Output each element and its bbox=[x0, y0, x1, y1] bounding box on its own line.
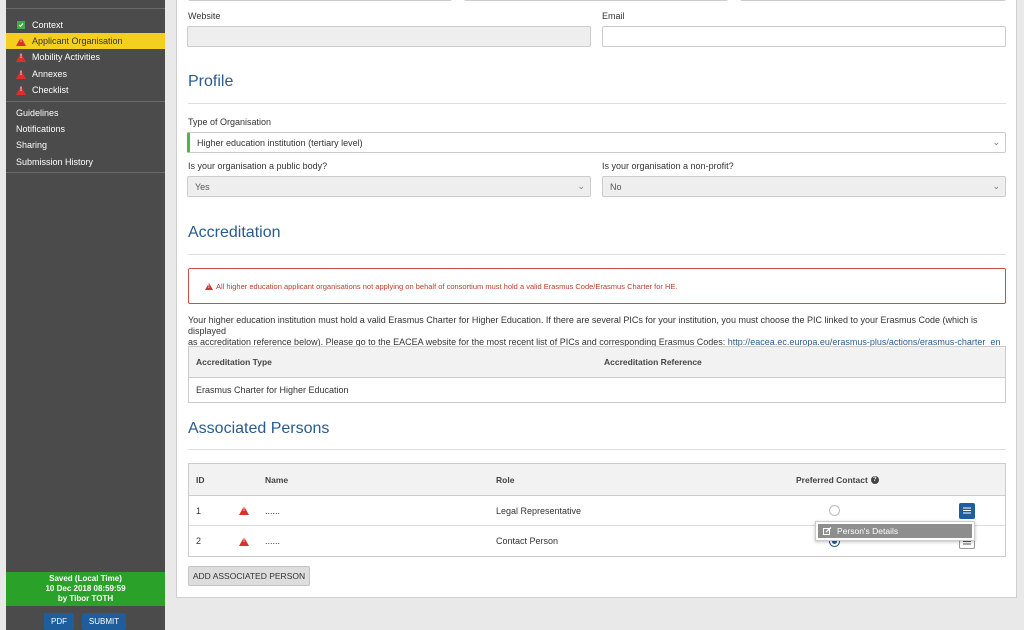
person-role: Legal Representative bbox=[496, 505, 582, 516]
sidebar-divider bbox=[6, 172, 165, 173]
sidebar-link-guidelines[interactable]: Guidelines bbox=[16, 108, 59, 118]
sidebar-link-sharing[interactable]: Sharing bbox=[16, 140, 47, 150]
chevron-down-icon: ⌄ bbox=[992, 137, 1000, 147]
help-icon[interactable]: ? bbox=[870, 475, 879, 484]
sidebar-item-label: Mobility Activities bbox=[32, 52, 101, 62]
previous-field[interactable] bbox=[464, 0, 728, 1]
email-label: Email bbox=[602, 11, 625, 21]
sidebar-item-context[interactable]: Context bbox=[6, 17, 165, 33]
sidebar-item-label: Context bbox=[32, 20, 64, 30]
associated-persons-title: Associated Persons bbox=[188, 420, 330, 437]
column-header: Accreditation Reference bbox=[604, 357, 702, 367]
table-row: Erasmus Charter for Higher Education bbox=[189, 378, 1005, 402]
sidebar-divider bbox=[6, 8, 165, 9]
pdf-button[interactable]: PDF bbox=[44, 613, 74, 630]
person-name: ...... bbox=[265, 536, 281, 546]
sidebar-item-label: Applicant Organisation bbox=[32, 36, 123, 46]
accreditation-table: Accreditation Type Accreditation Referen… bbox=[188, 346, 1006, 403]
accreditation-description: Your higher education institution must h… bbox=[188, 315, 1006, 348]
website-label: Website bbox=[188, 11, 221, 21]
associated-persons-table: ID Name Role Preferred Contact ? 1 .....… bbox=[188, 463, 1006, 557]
sidebar-link-submission-history[interactable]: Submission History bbox=[16, 157, 93, 167]
sidebar-item-label: Checklist bbox=[32, 85, 69, 95]
accreditation-alert: All higher education applicant organisat… bbox=[188, 268, 1006, 304]
saved-title: Saved (Local Time) bbox=[49, 574, 122, 583]
section-divider bbox=[188, 254, 1006, 255]
person-id: 2 bbox=[196, 536, 202, 546]
warning-icon bbox=[16, 52, 26, 62]
column-header: Role bbox=[496, 474, 515, 485]
non-profit-select[interactable]: No ⌄ bbox=[602, 176, 1006, 197]
org-type-label: Type of Organisation bbox=[188, 117, 272, 127]
warning-icon bbox=[16, 36, 26, 46]
alert-text: All higher education applicant organisat… bbox=[216, 282, 678, 291]
sidebar-divider bbox=[6, 101, 165, 102]
warning-icon bbox=[16, 69, 26, 79]
sidebar: Context Applicant Organisation Mobility … bbox=[6, 0, 165, 630]
table-header: ID Name Role Preferred Contact ? bbox=[189, 464, 1005, 496]
sidebar-item-annexes[interactable]: Annexes bbox=[6, 66, 165, 82]
preferred-contact-header: Preferred Contact ? bbox=[796, 464, 879, 495]
saved-timestamp: 10 Dec 2018 08:59:59 bbox=[45, 584, 126, 593]
column-header: Preferred Contact bbox=[796, 474, 868, 485]
submit-button[interactable]: SUBMIT bbox=[82, 613, 126, 630]
email-field[interactable] bbox=[602, 26, 1006, 47]
sidebar-item-mobility-activities[interactable]: Mobility Activities bbox=[6, 49, 165, 65]
person-name: ...... bbox=[265, 505, 281, 516]
table-header: Accreditation Type Accreditation Referen… bbox=[189, 347, 1005, 378]
description-line: Your higher education institution must h… bbox=[188, 315, 978, 336]
non-profit-label: Is your organisation a non-profit? bbox=[602, 161, 734, 171]
non-profit-value: No bbox=[610, 182, 622, 192]
menu-icon bbox=[959, 502, 975, 519]
chevron-down-icon: ⌄ bbox=[992, 181, 1000, 191]
website-field[interactable] bbox=[187, 26, 591, 47]
profile-title: Profile bbox=[188, 73, 234, 90]
person-id: 1 bbox=[196, 505, 202, 516]
warning-icon bbox=[239, 526, 249, 556]
sidebar-link-notifications[interactable]: Notifications bbox=[16, 124, 65, 134]
sidebar-item-checklist[interactable]: Checklist bbox=[6, 82, 165, 98]
persons-details-menu-item[interactable]: Person's Details bbox=[818, 524, 972, 538]
column-header: Name bbox=[265, 474, 289, 485]
column-header: Accreditation Type bbox=[196, 357, 272, 367]
org-type-value: Higher education institution (tertiary l… bbox=[197, 138, 363, 148]
section-divider bbox=[188, 449, 1006, 450]
column-header: ID bbox=[196, 474, 205, 485]
accreditation-title: Accreditation bbox=[188, 224, 281, 241]
person-role: Contact Person bbox=[496, 536, 559, 546]
add-associated-person-button[interactable]: ADD ASSOCIATED PERSON bbox=[188, 566, 310, 586]
sidebar-item-applicant-organisation[interactable]: Applicant Organisation bbox=[6, 33, 165, 49]
public-body-value: Yes bbox=[195, 182, 210, 192]
previous-field[interactable] bbox=[188, 0, 452, 1]
warning-icon bbox=[205, 283, 213, 290]
accreditation-type-cell: Erasmus Charter for Higher Education bbox=[196, 385, 349, 395]
saved-by: by Tibor TOTH bbox=[57, 594, 114, 603]
saved-status: Saved (Local Time) 10 Dec 2018 08:59:59 … bbox=[6, 572, 165, 606]
edit-icon bbox=[823, 527, 832, 535]
public-body-label: Is your organisation a public body? bbox=[188, 161, 328, 171]
main-panel: Website Email Profile Type of Organisati… bbox=[176, 0, 1017, 598]
row-actions-dropdown: Person's Details bbox=[815, 521, 975, 541]
previous-field[interactable] bbox=[740, 0, 1006, 1]
sidebar-item-label: Annexes bbox=[32, 69, 68, 79]
check-icon bbox=[16, 20, 26, 30]
warning-icon bbox=[239, 496, 249, 525]
public-body-select[interactable]: Yes ⌄ bbox=[187, 176, 591, 197]
warning-icon bbox=[16, 85, 26, 95]
menu-item-label: Person's Details bbox=[837, 526, 899, 536]
section-divider bbox=[188, 103, 1006, 104]
org-type-select[interactable]: Higher education institution (tertiary l… bbox=[187, 132, 1006, 153]
chevron-down-icon: ⌄ bbox=[577, 181, 585, 191]
